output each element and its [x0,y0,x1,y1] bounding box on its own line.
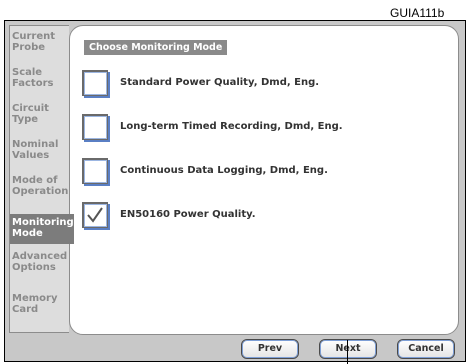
sidebar-item-monitoring-mode[interactable]: Monitoring Mode [10,214,74,244]
cancel-button[interactable]: Cancel [397,339,455,359]
sidebar-item-nominal-values[interactable]: Nominal Values [10,136,70,172]
checkbox-en50160-power-quality[interactable] [82,202,108,228]
section-title: Choose Monitoring Mode [84,40,228,55]
prev-button[interactable]: Prev [241,339,299,359]
option-long-term-timed-recording[interactable]: Long-term Timed Recording, Dmd, Eng. [82,114,432,144]
sidebar-item-memory-card[interactable]: Memory Card [10,290,70,326]
option-label: EN50160 Power Quality. [120,209,256,220]
sidebar: Current Probe Scale Factors Circuit Type… [9,25,74,333]
sidebar-item-circuit-type[interactable]: Circuit Type [10,100,70,136]
sidebar-item-scale-factors[interactable]: Scale Factors [10,64,70,100]
option-standard-power-quality[interactable]: Standard Power Quality, Dmd, Eng. [82,70,432,100]
next-button[interactable]: Next [319,339,377,359]
setup-window: Current Probe Scale Factors Circuit Type… [4,20,466,362]
figure-label: GUIA111b [390,6,445,20]
option-label: Standard Power Quality, Dmd, Eng. [120,77,320,88]
sidebar-item-advanced-options[interactable]: Advanced Options [10,248,70,284]
sidebar-item-mode-of-operation[interactable]: Mode of Operation [10,172,70,208]
monitoring-mode-panel: Choose Monitoring Mode Standard Power Qu… [69,25,459,335]
option-label: Continuous Data Logging, Dmd, Eng. [120,165,328,176]
callout-line [347,340,348,364]
option-continuous-data-logging[interactable]: Continuous Data Logging, Dmd, Eng. [82,158,432,188]
sidebar-item-current-probe[interactable]: Current Probe [10,28,70,64]
checkmark-icon [87,207,103,223]
checkbox-long-term-timed-recording[interactable] [82,114,108,140]
checkbox-standard-power-quality[interactable] [82,70,108,96]
option-label: Long-term Timed Recording, Dmd, Eng. [120,121,343,132]
checkbox-continuous-data-logging[interactable] [82,158,108,184]
option-en50160-power-quality[interactable]: EN50160 Power Quality. [82,202,432,232]
